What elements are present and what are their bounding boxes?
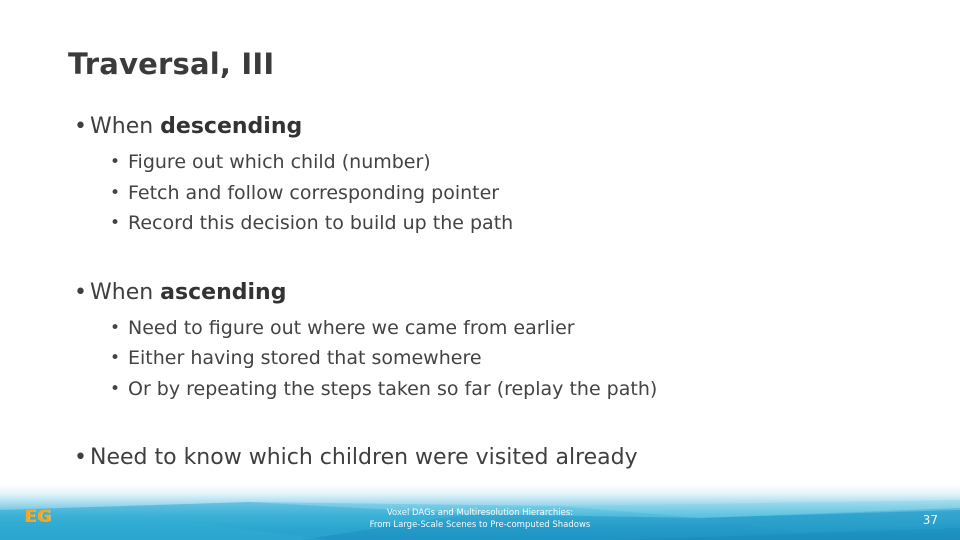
bullet-dot-icon: • — [110, 317, 121, 338]
bullet-dot-icon: • — [110, 152, 121, 172]
bullet-text: Figure out which child (number) — [128, 151, 431, 173]
bullet-text-emphasis: ascending — [160, 279, 287, 305]
bullet-dot-icon: • — [74, 445, 87, 470]
footer-caption: Voxel DAGs and Multiresolution Hierarchi… — [370, 507, 591, 531]
slide-body: • When descending • Figure out which chi… — [0, 112, 960, 473]
bullet-level2: • Or by repeating the steps taken so far… — [0, 374, 960, 405]
bullet-level2: • Fetch and follow corresponding pointer — [0, 178, 960, 209]
bullet-dot-icon: • — [110, 378, 121, 399]
bullet-dot-icon: • — [110, 348, 121, 368]
page-number: 37 — [922, 513, 938, 527]
bullet-level2: • Figure out which child (number) — [0, 147, 960, 178]
footer-caption-line2: From Large-Scale Scenes to Pre-computed … — [369, 520, 591, 530]
logo-letter-g: G — [36, 507, 51, 527]
bullet-level1-closing: • Need to know which children were visit… — [0, 443, 960, 473]
bullet-level1-descending: • When descending — [0, 112, 960, 142]
bullet-dot-icon: • — [74, 279, 87, 305]
bullet-dot-icon: • — [110, 213, 121, 233]
footer-caption-line1: Voxel DAGs and Multiresolution Hierarchi… — [386, 508, 574, 518]
bullet-level2: • Need to figure out where we came from … — [0, 313, 960, 344]
bullet-text-prefix: When — [90, 114, 161, 139]
bullet-dot-icon: • — [74, 114, 87, 139]
bullet-level2: • Either having stored that somewhere — [0, 343, 960, 374]
bullet-text: Either having stored that somewhere — [128, 347, 482, 369]
bullet-dot-icon: • — [110, 182, 121, 203]
footer-band: E G Voxel DAGs and Multiresolution Hiera… — [0, 484, 960, 540]
bullet-text-prefix: When — [90, 279, 161, 305]
bullet-text: Or by repeating the steps taken so far (… — [128, 377, 658, 400]
bullet-text: Need to figure out where we came from ea… — [128, 316, 575, 339]
eurographics-logo: E G — [19, 507, 55, 528]
bullet-text: Fetch and follow corresponding pointer — [128, 181, 500, 204]
content-block-descending: • When descending • Figure out which chi… — [0, 112, 960, 239]
bullet-text: Record this decision to build up the pat… — [128, 212, 514, 234]
content-block-ascending: • When ascending • Need to figure out wh… — [0, 278, 960, 405]
slide: Traversal, III • When descending • Figur… — [0, 0, 960, 540]
bullet-level1-ascending: • When ascending — [0, 278, 960, 308]
page-title: Traversal, III — [68, 47, 275, 81]
bullet-text: Need to know which children were visited… — [90, 445, 638, 470]
bullet-level2: • Record this decision to build up the p… — [0, 208, 960, 239]
bullet-text-emphasis: descending — [160, 114, 303, 139]
logo-letter-e: E — [24, 507, 36, 527]
